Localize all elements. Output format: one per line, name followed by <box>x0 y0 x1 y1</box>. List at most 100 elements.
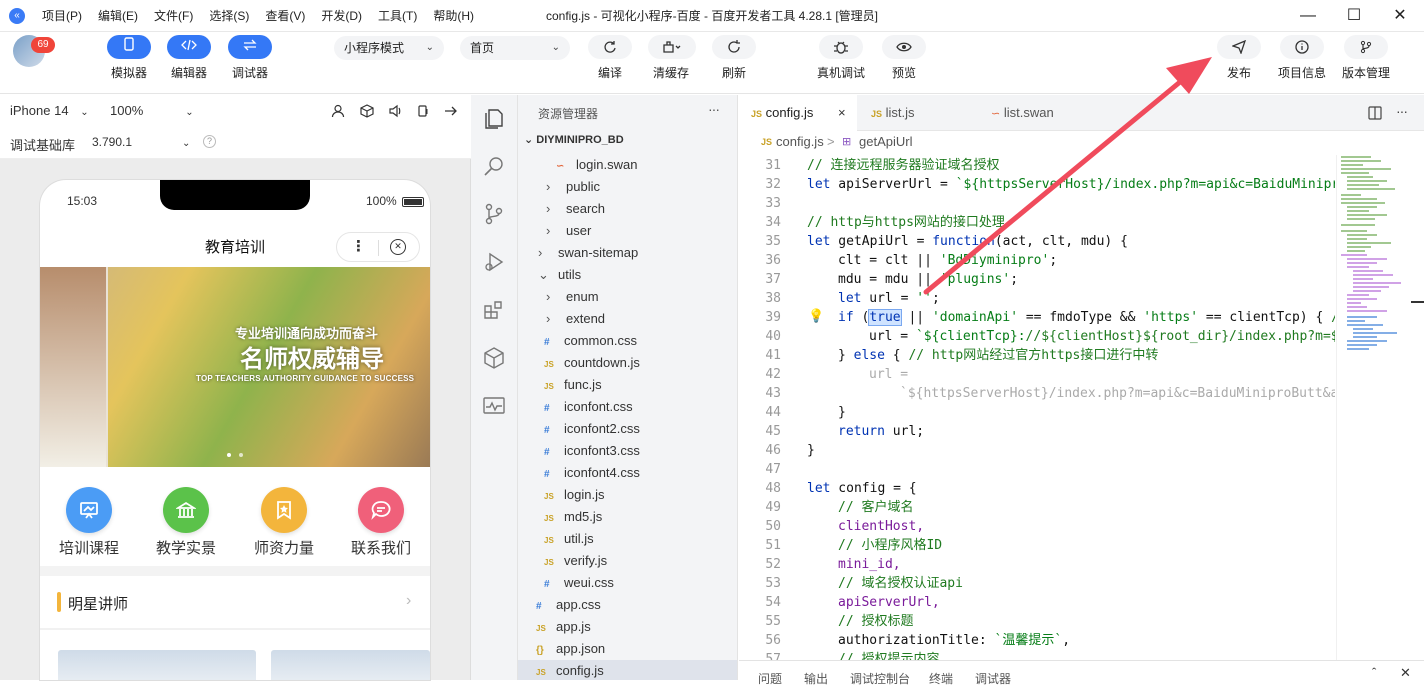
tree-item[interactable]: › user <box>546 220 737 242</box>
close-tab-icon[interactable]: × <box>838 95 846 131</box>
minimize-icon[interactable]: — <box>1285 0 1331 32</box>
close-panel-icon[interactable]: ✕ <box>1400 665 1411 681</box>
publish-button[interactable] <box>1217 35 1261 59</box>
code-line[interactable]: 48 let config = { <box>739 479 1335 498</box>
tree-item[interactable]: # app.css <box>536 594 737 616</box>
tree-item[interactable]: JS func.js <box>544 374 737 396</box>
code-view[interactable]: 31 // 连接远程服务器验证域名授权 32 let apiServerUrl = `… <box>739 155 1335 660</box>
panel-tab-debug-console[interactable]: 调试控制台 <box>850 670 910 687</box>
tree-item[interactable]: # common.css <box>544 330 737 352</box>
code-line[interactable]: 51 // 小程序风格ID <box>739 536 1335 555</box>
close-circle-icon[interactable]: ✕ <box>390 239 406 255</box>
carousel-dot[interactable] <box>227 453 231 457</box>
tree-item[interactable]: JS util.js <box>544 528 737 550</box>
code-line[interactable]: 43 `${httpsServerHost}/index.php?m=api&c=… <box>739 384 1335 403</box>
chevron-right-icon[interactable]: › <box>406 592 411 610</box>
preview-button[interactable] <box>882 35 926 59</box>
breadcrumb-file[interactable]: config.js <box>776 131 824 153</box>
code-line[interactable]: 36 clt = clt || 'BdDiyminipro'; <box>739 251 1335 270</box>
tree-item[interactable]: # weui.css <box>544 572 737 594</box>
tree-item[interactable]: › extend <box>546 308 737 330</box>
code-line[interactable]: 33 <box>739 194 1335 213</box>
menu-file[interactable]: 文件(F) <box>154 0 193 32</box>
tree-item[interactable]: JS app.js <box>536 616 737 638</box>
tab-list-swan[interactable]: ∽ list.swan <box>979 95 1097 131</box>
version-button[interactable] <box>1344 35 1388 59</box>
code-line[interactable]: 45 return url; <box>739 422 1335 441</box>
cube-icon[interactable] <box>360 104 374 118</box>
code-line[interactable]: 32 let apiServerUrl = `${httpsServerHost}… <box>739 175 1335 194</box>
zoom-select[interactable]: 100% ⌄ <box>110 103 194 118</box>
page-select[interactable]: 首页 ⌄ <box>460 36 570 60</box>
code-line[interactable]: 44} <box>739 403 1335 422</box>
code-line[interactable]: 35 let getApiUrl = function(act, clt, mdu… <box>739 232 1335 251</box>
project-info-button[interactable] <box>1280 35 1324 59</box>
tree-item[interactable]: JS login.js <box>544 484 737 506</box>
device-debug-button[interactable] <box>819 35 863 59</box>
course-nav-icon[interactable] <box>66 487 112 533</box>
nav-label-scene[interactable]: 教学实景 <box>146 537 226 558</box>
menu-edit[interactable]: 编辑(E) <box>98 0 138 32</box>
code-line[interactable]: 42 url = <box>739 365 1335 384</box>
code-line[interactable]: 56 authorizationTitle: `温馨提示`, <box>739 631 1335 650</box>
explorer-root[interactable]: ⌄ DIYMINIPRO_BD <box>524 133 624 146</box>
breadcrumb-symbol[interactable]: getApiUrl <box>859 131 912 153</box>
teacher-card-image[interactable] <box>271 650 430 680</box>
rotate-device-icon[interactable] <box>416 104 430 118</box>
search-icon[interactable] <box>482 154 506 178</box>
tree-item[interactable]: › search <box>546 198 737 220</box>
tree-item[interactable]: › public <box>546 176 737 198</box>
tree-item[interactable]: › swan-sitemap <box>538 242 737 264</box>
menu-project[interactable]: 项目(P) <box>42 0 82 32</box>
carousel-dot[interactable] <box>239 453 243 457</box>
extensions-icon[interactable] <box>482 298 506 322</box>
tree-item[interactable]: JS md5.js <box>544 506 737 528</box>
minimap[interactable] <box>1336 155 1424 660</box>
compile-button[interactable] <box>588 35 632 59</box>
menu-develop[interactable]: 开发(D) <box>321 0 362 32</box>
code-line[interactable]: 53 // 域名授权认证api <box>739 574 1335 593</box>
tree-item[interactable]: › enum <box>546 286 737 308</box>
code-line[interactable]: 41} else { // http网站经过官方https接口进行中转 <box>739 346 1335 365</box>
tree-item[interactable]: JS config.js <box>518 660 737 680</box>
tree-item[interactable]: # iconfont2.css <box>544 418 737 440</box>
tab-config-js[interactable]: JS config.js × <box>739 95 857 131</box>
run-debug-icon[interactable] <box>482 250 506 274</box>
app-logo-icon[interactable]: « <box>9 8 25 24</box>
teachers-nav-icon[interactable] <box>261 487 307 533</box>
code-line[interactable]: 40 url = `${clientTcp}://${clientHost}${r… <box>739 327 1335 346</box>
code-line[interactable]: 49 // 客户域名 <box>739 498 1335 517</box>
menu-help[interactable]: 帮助(H) <box>433 0 474 32</box>
tree-item[interactable]: # iconfont4.css <box>544 462 737 484</box>
teacher-card-image[interactable] <box>58 650 256 680</box>
nav-label-teachers[interactable]: 师资力量 <box>244 537 324 558</box>
code-line[interactable]: 39 if (true || 'domainApi' == fmdoType &&… <box>739 308 1335 327</box>
menu-select[interactable]: 选择(S) <box>209 0 249 32</box>
debugger-toggle-button[interactable] <box>228 35 272 59</box>
mode-select[interactable]: 小程序模式 ⌄ <box>334 36 444 60</box>
code-line[interactable]: 52 mini_id, <box>739 555 1335 574</box>
code-line[interactable]: 47 <box>739 460 1335 479</box>
tree-item[interactable]: {} app.json <box>536 638 737 660</box>
panel-tab-debugger[interactable]: 调试器 <box>975 670 1011 687</box>
performance-icon[interactable] <box>482 394 506 418</box>
source-control-icon[interactable] <box>482 202 506 226</box>
contact-nav-icon[interactable] <box>358 487 404 533</box>
menu-tools[interactable]: 工具(T) <box>378 0 417 32</box>
chevron-up-icon[interactable]: ˆ <box>1372 665 1376 680</box>
tree-item[interactable]: # iconfont.css <box>544 396 737 418</box>
editor-toggle-button[interactable] <box>167 35 211 59</box>
scene-nav-icon[interactable] <box>163 487 209 533</box>
nav-label-contact[interactable]: 联系我们 <box>341 537 421 558</box>
close-icon[interactable]: ✕ <box>1377 0 1423 32</box>
editor-more-icon[interactable]: ··· <box>1396 103 1408 119</box>
tree-item[interactable]: ∽ login.swan <box>556 154 737 176</box>
user-icon[interactable] <box>331 104 345 118</box>
code-line[interactable]: 50 clientHost, <box>739 517 1335 536</box>
panel-tab-output[interactable]: 输出 <box>804 670 828 687</box>
help-icon[interactable]: ? <box>203 135 216 148</box>
base-lib-select[interactable]: 3.790.1 ⌄ <box>92 135 190 149</box>
package-icon[interactable] <box>482 346 506 370</box>
explorer-more-icon[interactable]: ··· <box>708 101 720 117</box>
simulator-toggle-button[interactable] <box>107 35 151 59</box>
